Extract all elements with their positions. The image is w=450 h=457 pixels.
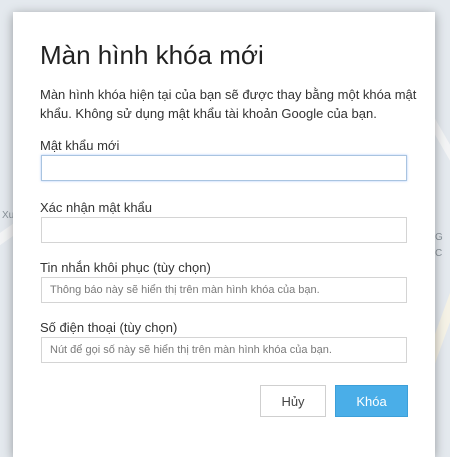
recovery-message-field[interactable] (41, 277, 407, 303)
map-label: C (435, 248, 443, 259)
confirm-password-field[interactable] (41, 217, 407, 243)
new-lock-screen-dialog: Màn hình khóa mới Màn hình khóa hiện tại… (13, 12, 435, 457)
phone-number-field[interactable] (41, 337, 407, 363)
dialog-title: Màn hình khóa mới (40, 40, 264, 70)
lock-button[interactable]: Khóa (335, 385, 408, 417)
map-label: G (435, 232, 443, 243)
new-password-label: Mật khẩu mới (40, 138, 120, 153)
confirm-password-label: Xác nhận mật khẩu (40, 200, 153, 215)
cancel-button[interactable]: Hủy (260, 385, 326, 417)
dialog-description: Màn hình khóa hiện tại của bạn sẽ được t… (40, 87, 417, 121)
recovery-message-label: Tin nhắn khôi phục (tùy chọn) (40, 260, 211, 275)
new-password-field[interactable] (41, 155, 407, 181)
phone-number-label: Số điện thoại (tùy chọn) (40, 320, 178, 335)
